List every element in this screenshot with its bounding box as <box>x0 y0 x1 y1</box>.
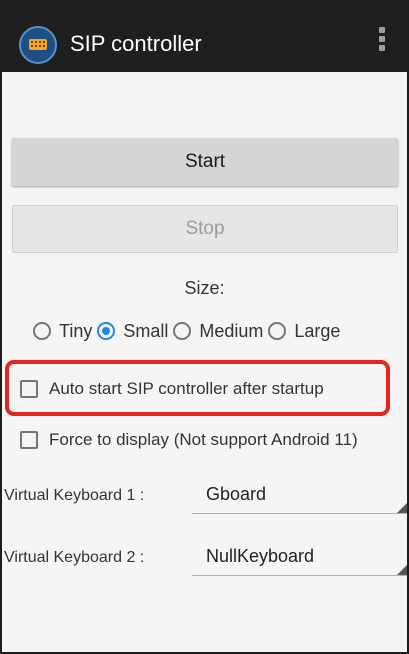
size-option-label: Medium <box>199 320 264 341</box>
force-display-option[interactable]: Force to display (Not support Android 11… <box>20 428 358 452</box>
radio-icon[interactable] <box>173 322 192 340</box>
spinner-arrow-icon[interactable] <box>397 503 407 513</box>
app-window: SIP controller Start Stop Size: Tiny Sma… <box>0 0 409 654</box>
size-option-label: Small <box>123 320 169 341</box>
force-display-label: Force to display (Not support Android 11… <box>49 430 358 449</box>
spinner-underline <box>192 575 407 576</box>
virtual-keyboard-1-spinner[interactable]: Gboard <box>206 484 266 505</box>
spinner-underline <box>192 513 407 514</box>
size-label: Size: <box>184 278 225 298</box>
size-option-label: Tiny <box>59 320 93 341</box>
virtual-keyboard-2-label: Virtual Keyboard 2 : <box>4 549 145 566</box>
checkbox-icon[interactable] <box>20 380 38 398</box>
start-button[interactable]: Start <box>12 138 398 186</box>
size-option-tiny[interactable]: Tiny <box>33 321 92 342</box>
spinner-arrow-icon[interactable] <box>397 565 407 575</box>
virtual-keyboard-2-spinner[interactable]: NullKeyboard <box>206 546 314 567</box>
radio-icon[interactable] <box>33 322 51 340</box>
radio-checked-icon[interactable] <box>97 322 116 340</box>
app-title: SIP controller <box>70 31 202 56</box>
size-option-small[interactable]: Small <box>97 321 168 342</box>
size-option-large[interactable]: Large <box>268 321 340 342</box>
size-option-medium[interactable]: Medium <box>173 321 263 342</box>
auto-start-label: Auto start SIP controller after startup <box>49 379 324 398</box>
checkbox-icon[interactable] <box>20 431 38 449</box>
radio-icon[interactable] <box>268 322 287 340</box>
stop-button: Stop <box>12 205 398 253</box>
size-radio-group: Tiny Small Medium Large <box>33 319 345 343</box>
app-bar: SIP controller <box>2 0 407 72</box>
virtual-keyboard-1-label: Virtual Keyboard 1 : <box>4 487 145 504</box>
size-option-label: Large <box>294 320 341 341</box>
auto-start-option[interactable]: Auto start SIP controller after startup <box>20 377 324 401</box>
keyboard-icon <box>19 26 57 64</box>
overflow-menu-icon[interactable] <box>377 27 387 53</box>
